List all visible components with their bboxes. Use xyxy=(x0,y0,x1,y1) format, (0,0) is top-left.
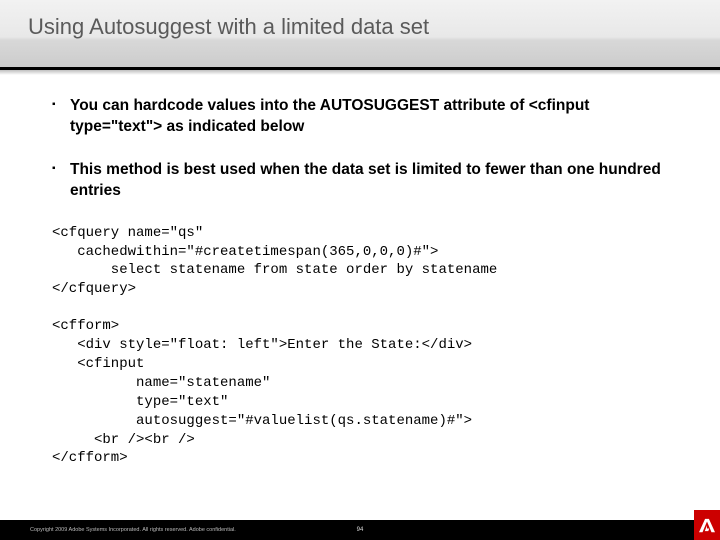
slide-title: Using Autosuggest with a limited data se… xyxy=(28,14,720,40)
page-number: 94 xyxy=(357,527,364,533)
slide-header: Using Autosuggest with a limited data se… xyxy=(0,0,720,70)
copyright-text: Copyright 2009 Adobe Systems Incorporate… xyxy=(30,527,236,533)
bullet-item: You can hardcode values into the AUTOSUG… xyxy=(52,96,682,138)
adobe-logo-icon xyxy=(694,510,720,540)
slide-content: You can hardcode values into the AUTOSUG… xyxy=(0,70,720,468)
code-block-form: <cfform> <div style="float: left">Enter … xyxy=(52,317,682,468)
code-block-query: <cfquery name="qs" cachedwithin="#create… xyxy=(52,224,682,300)
adobe-a-icon xyxy=(699,517,715,533)
bullet-item: This method is best used when the data s… xyxy=(52,160,682,202)
slide-footer: Copyright 2009 Adobe Systems Incorporate… xyxy=(0,520,720,540)
